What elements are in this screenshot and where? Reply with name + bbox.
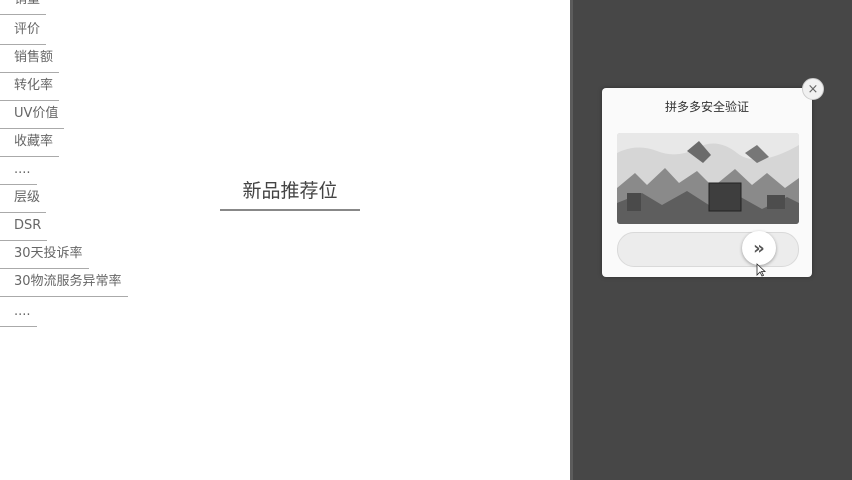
captcha-title: 拼多多安全验证 — [664, 100, 749, 114]
metric-item-revenue[interactable]: 销售额 — [0, 44, 60, 73]
puzzle-scene — [617, 133, 799, 224]
close-icon[interactable]: × — [802, 78, 824, 100]
metric-item-level[interactable]: 层级 — [0, 184, 47, 213]
mouse-cursor-icon — [756, 263, 766, 277]
metric-item-favorite-rate[interactable]: 收藏率 — [0, 128, 60, 157]
metric-item-30day-complaint-rate[interactable]: 30天投诉率 — [0, 240, 89, 269]
page-title: 新品推荐位 — [220, 176, 360, 211]
captcha-dialog: 拼多多安全验证 ↻ » — [602, 88, 812, 277]
double-chevron-right-icon[interactable]: » — [742, 231, 776, 265]
metric-item-30day-logistics-anomaly-rate[interactable]: 30物流服务异常率 — [0, 268, 128, 297]
metric-item-uv-value[interactable]: UV价值 — [0, 100, 65, 129]
metric-item-ellipsis-2[interactable]: .... — [0, 298, 37, 327]
metric-item-conversion-rate[interactable]: 转化率 — [0, 72, 60, 101]
metric-item-sales[interactable]: 销量 — [0, 0, 47, 15]
metric-item-ellipsis[interactable]: .... — [0, 156, 37, 185]
metric-item-dsr[interactable]: DSR — [0, 212, 48, 241]
metric-item-reviews[interactable]: 评价 — [0, 16, 47, 45]
captcha-puzzle-image: ↻ — [617, 133, 799, 224]
